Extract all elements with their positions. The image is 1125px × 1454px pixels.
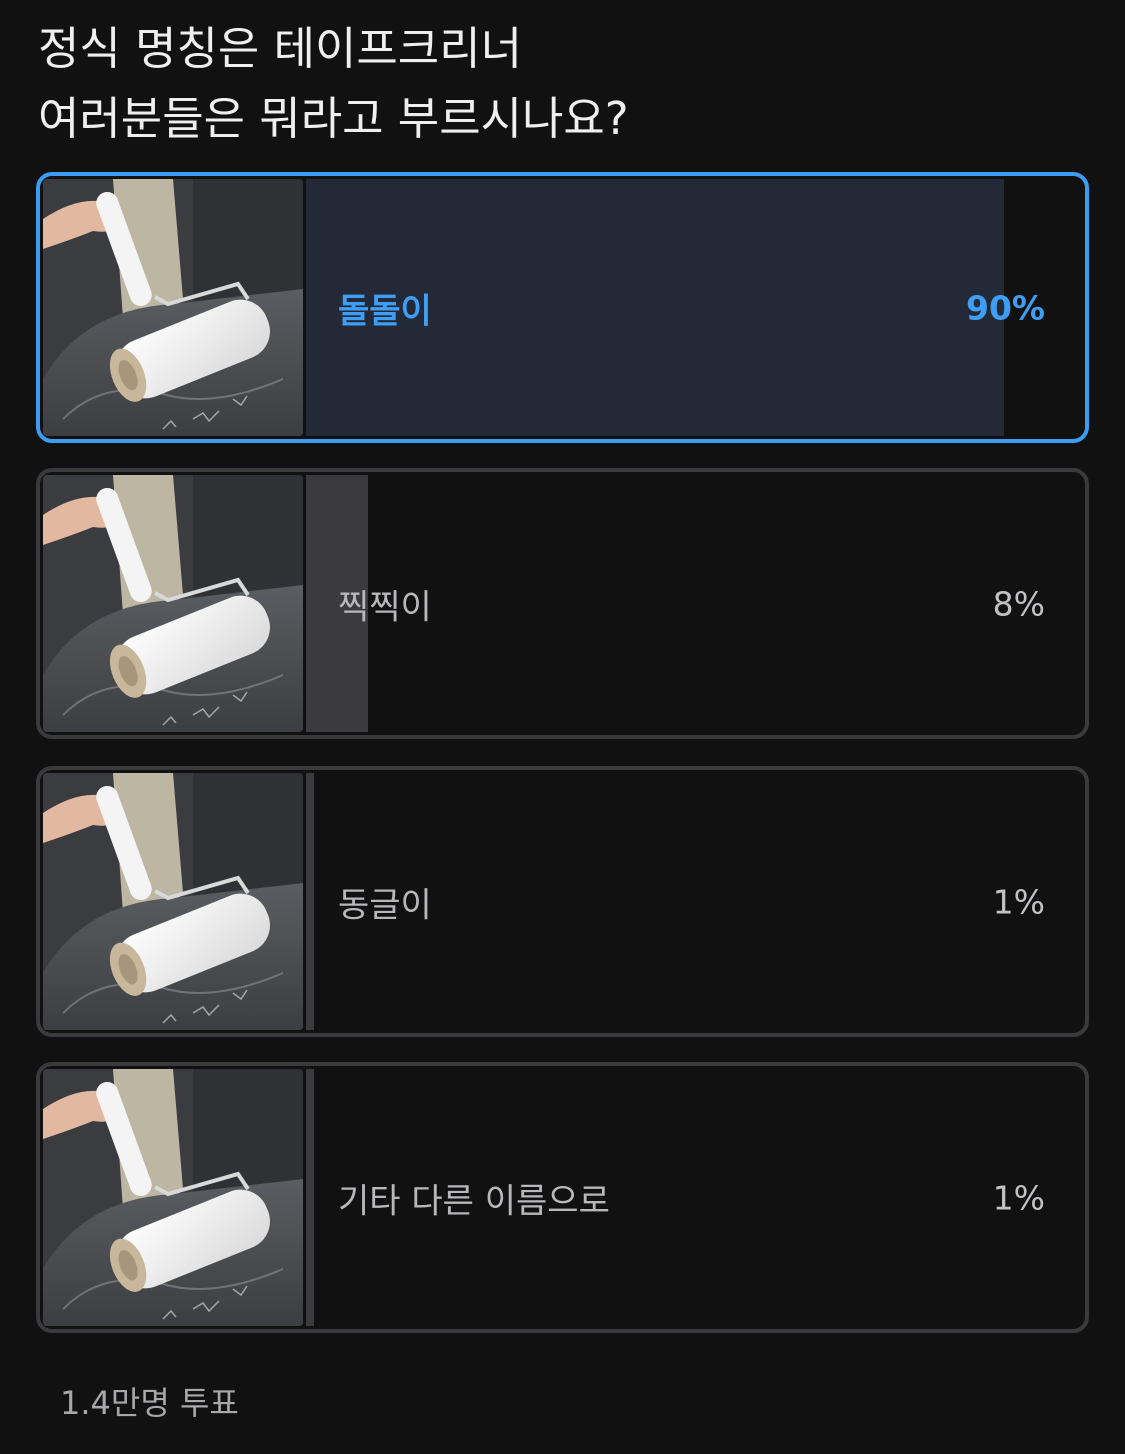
poll-option[interactable]: 찍찍이 8%	[36, 468, 1089, 739]
poll-question: 정식 명칭은 테이프크리너 여러분들은 뭐라고 부르시나요?	[38, 14, 1088, 154]
question-line-1: 정식 명칭은 테이프크리너	[38, 22, 523, 75]
result-bar-fill	[306, 773, 314, 1030]
option-percent: 1%	[992, 1178, 1045, 1217]
poll-option[interactable]: 동글이 1%	[36, 766, 1089, 1037]
lint-roller-image	[43, 475, 303, 732]
option-percent: 90%	[966, 288, 1045, 327]
lint-roller-illustration	[43, 773, 303, 1030]
vote-count: 1.4만명 투표	[60, 1384, 239, 1422]
lint-roller-illustration	[43, 475, 303, 732]
lint-roller-image	[43, 179, 303, 436]
lint-roller-illustration	[43, 179, 303, 436]
question-line-2: 여러분들은 뭐라고 부르시나요?	[38, 92, 629, 145]
poll-option[interactable]: 기타 다른 이름으로 1%	[36, 1062, 1089, 1333]
result-bar-fill	[306, 1069, 314, 1326]
option-label: 돌돌이	[338, 291, 432, 331]
lint-roller-image	[43, 1069, 303, 1326]
option-percent: 1%	[992, 882, 1045, 921]
poll-page: 정식 명칭은 테이프크리너 여러분들은 뭐라고 부르시나요? 돌돌이 90% 찍…	[0, 0, 1125, 1454]
poll-option[interactable]: 돌돌이 90%	[36, 172, 1089, 443]
option-label: 기타 다른 이름으로	[338, 1181, 610, 1221]
lint-roller-illustration	[43, 1069, 303, 1326]
option-label: 동글이	[338, 885, 432, 925]
option-percent: 8%	[992, 584, 1045, 623]
lint-roller-image	[43, 773, 303, 1030]
option-label: 찍찍이	[338, 587, 432, 627]
